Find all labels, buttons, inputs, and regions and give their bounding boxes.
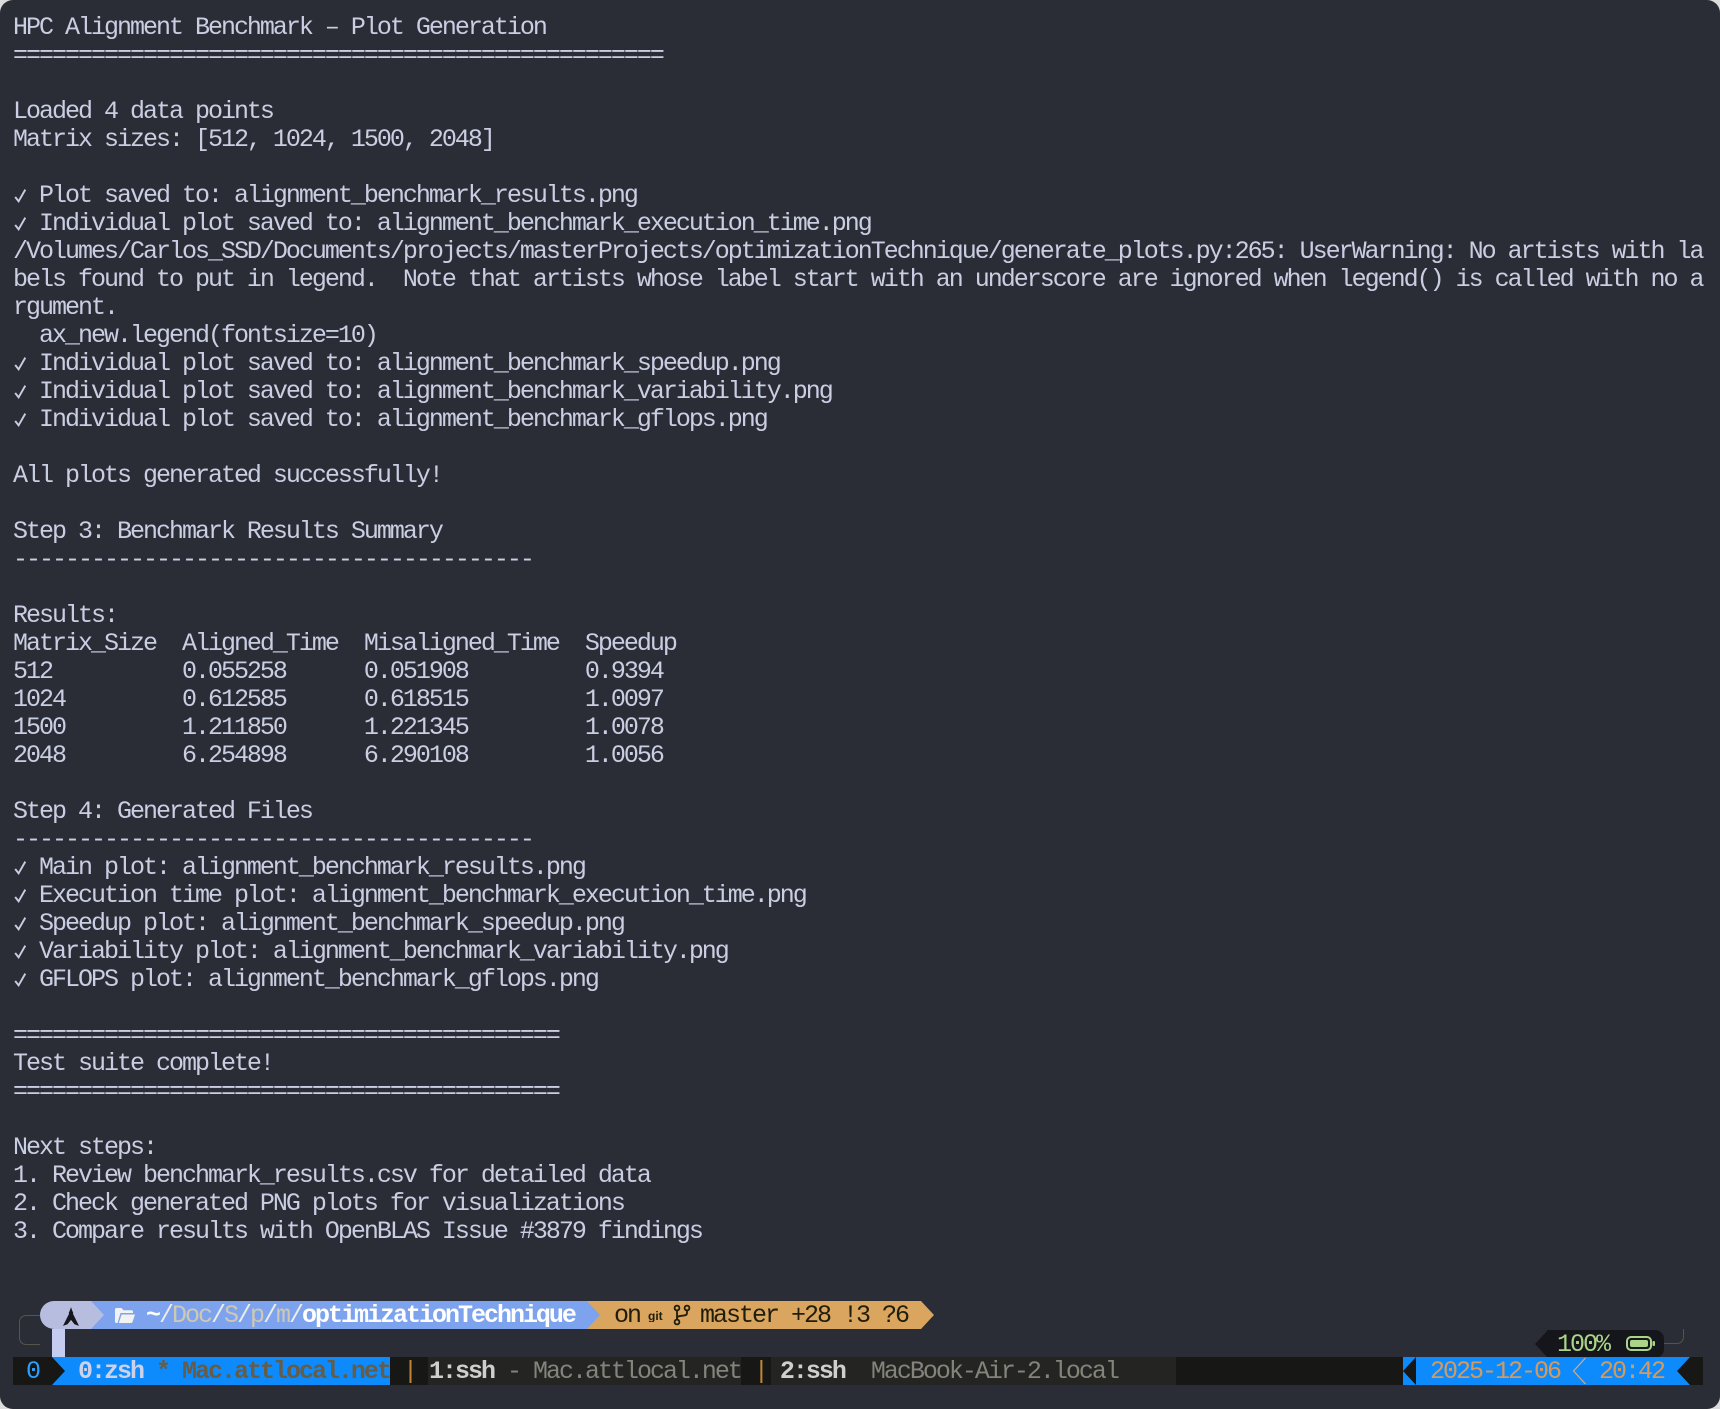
svg-text:git: git xyxy=(648,1309,663,1322)
